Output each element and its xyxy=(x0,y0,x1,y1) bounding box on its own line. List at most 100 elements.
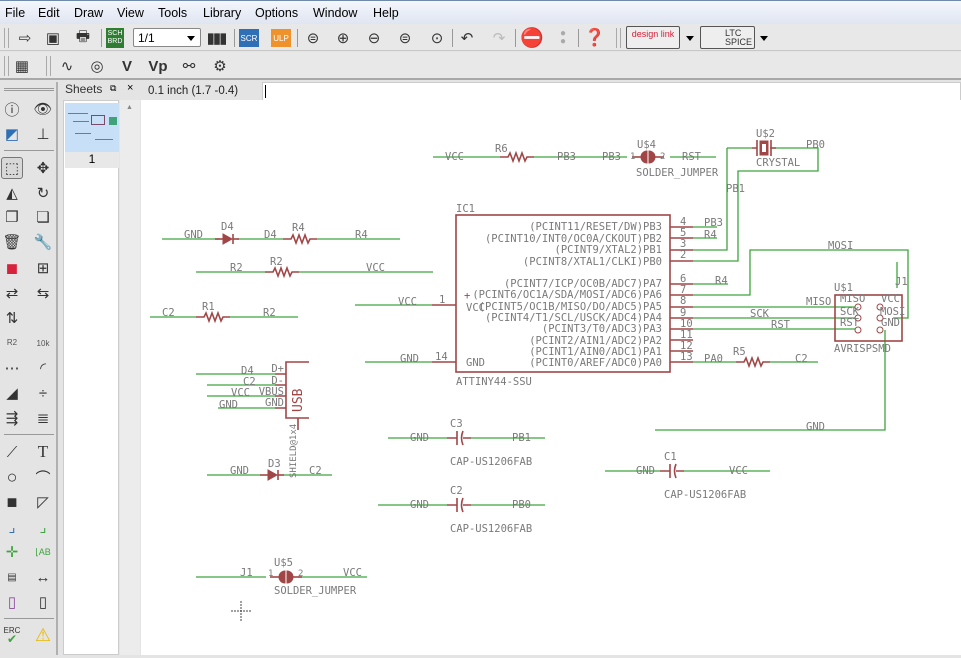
sheet-select[interactable]: 1/1 xyxy=(133,28,201,47)
sheets-scrollbar[interactable]: ▲ xyxy=(120,100,140,655)
resistor-r1[interactable]: R1 xyxy=(195,301,231,322)
ltspice-button[interactable]: LTC SPICE xyxy=(700,26,755,49)
net-tool-icon[interactable]: ⌟ xyxy=(32,516,54,538)
sheet-number[interactable]: 1 xyxy=(65,152,119,168)
text-icon[interactable]: T xyxy=(32,441,54,463)
module-icon[interactable]: ▯ xyxy=(32,591,54,613)
mirror-icon[interactable]: ◭ xyxy=(1,182,23,204)
paste-icon[interactable]: ❏ xyxy=(32,206,54,228)
ltspice-dropdown[interactable] xyxy=(760,36,768,45)
eye-icon[interactable]: 👁 xyxy=(32,98,54,120)
script-icon[interactable]: SCR xyxy=(239,29,259,47)
move-icon[interactable]: ✥ xyxy=(32,157,54,179)
value-tool-icon[interactable]: 10k xyxy=(32,332,54,354)
replace-icon[interactable]: ⇄ xyxy=(1,282,23,304)
invoke-icon[interactable]: ⇅ xyxy=(1,307,23,329)
help-icon[interactable]: ❓ xyxy=(584,28,606,48)
open-icon[interactable]: ⇨ xyxy=(14,28,36,48)
rotate-icon[interactable]: ↻ xyxy=(32,182,54,204)
smash-icon[interactable]: ⋯ xyxy=(1,357,23,379)
resistor-r5[interactable]: R5 xyxy=(733,346,771,367)
ulp-icon[interactable]: ULP xyxy=(271,29,291,47)
designlink-button[interactable]: design link xyxy=(626,26,680,49)
menu-draw[interactable]: Draw xyxy=(74,6,103,20)
junction-icon[interactable]: ✛ xyxy=(1,541,23,563)
usb-connector[interactable]: USB D+ D- VBUS GND SHIELD@1x4 xyxy=(259,361,309,478)
zoom-fit-icon[interactable]: ⊜ xyxy=(302,28,324,48)
float-icon[interactable]: ⧉ xyxy=(110,83,116,94)
resistor-r2[interactable]: R2 xyxy=(264,256,300,277)
show-icon[interactable]: ◎ xyxy=(86,56,108,76)
zoom-select-icon[interactable]: ⊜ xyxy=(394,28,416,48)
toolbar-grip[interactable] xyxy=(4,56,9,76)
menu-file[interactable]: File xyxy=(5,6,25,20)
print-icon[interactable]: 🖶 xyxy=(72,28,94,48)
add-part-icon[interactable]: ◼ xyxy=(1,257,23,279)
optimize-icon[interactable]: ÷ xyxy=(32,382,54,404)
arc-icon[interactable]: ⌒ xyxy=(32,466,54,488)
settings-icon[interactable]: ⚙ xyxy=(209,56,231,76)
layer-color-icon[interactable]: ◩ xyxy=(1,123,23,145)
menu-help[interactable]: Help xyxy=(373,6,399,20)
diode-d4[interactable]: D4 xyxy=(214,221,240,245)
net-icon[interactable]: ∿ xyxy=(56,56,78,76)
gate-swap-icon[interactable]: ⇆ xyxy=(32,282,54,304)
route-icon[interactable]: ≣ xyxy=(32,407,54,429)
zoom-last-icon[interactable]: ⊙ xyxy=(426,28,448,48)
toolbar-grip[interactable] xyxy=(616,28,621,48)
dimension-icon[interactable]: ↔ xyxy=(32,566,54,588)
copy-icon[interactable]: ❐ xyxy=(1,206,23,228)
menu-options[interactable]: Options xyxy=(255,6,298,20)
polygon-icon[interactable]: ◸ xyxy=(32,491,54,513)
designlink-dropdown[interactable] xyxy=(686,36,694,45)
erc-icon[interactable]: ERC ✔ xyxy=(1,624,23,646)
go-icon[interactable]: ● ● xyxy=(552,28,574,48)
attribute-tool-icon[interactable]: ▤ xyxy=(1,566,23,588)
solder-jumper-us4[interactable]: U$4 SOLDER_JUMPER 1 2 xyxy=(630,139,719,179)
warning-icon[interactable]: ⚠ xyxy=(32,624,54,646)
zoom-out-icon[interactable]: ⊖ xyxy=(363,28,385,48)
resistor-r6[interactable]: R6 xyxy=(495,143,535,162)
split-icon[interactable]: ◢ xyxy=(1,382,23,404)
circle-icon[interactable]: ○ xyxy=(1,466,23,488)
scroll-up-icon[interactable]: ▲ xyxy=(126,104,133,111)
value-p-icon[interactable]: Vp xyxy=(147,56,169,76)
delete-icon[interactable]: 🗑 xyxy=(1,231,23,253)
group-select-icon[interactable]: ⬚ xyxy=(1,157,23,179)
grid-icon[interactable]: ▦ xyxy=(11,56,33,76)
schematic-canvas[interactable]: IC1 ATTINY44-SSU + VCC GND 1 14 (PCINT11… xyxy=(141,100,961,655)
info-icon[interactable]: ⓘ xyxy=(1,98,23,120)
palette-grip[interactable] xyxy=(4,88,54,91)
menu-tools[interactable]: Tools xyxy=(158,6,187,20)
bus-icon[interactable]: ⌟ xyxy=(1,516,23,538)
connect-icon[interactable]: ⇶ xyxy=(1,407,23,429)
resistor-r4[interactable]: R4 xyxy=(282,222,318,244)
name-icon[interactable]: R2 xyxy=(1,332,23,354)
zoom-in-icon[interactable]: ⊕ xyxy=(332,28,354,48)
attribute-icon[interactable]: ⚯ xyxy=(178,56,200,76)
sheets-icon[interactable]: ▮▮▮ xyxy=(205,28,228,48)
menu-window[interactable]: Window xyxy=(313,6,357,20)
close-icon[interactable]: × xyxy=(127,82,133,94)
frame-icon[interactable]: ▯ xyxy=(1,591,23,613)
toolbar-grip[interactable] xyxy=(46,56,51,76)
undo-icon[interactable]: ↶ xyxy=(456,28,478,48)
miter-icon[interactable]: ◜ xyxy=(32,357,54,379)
wrench-icon[interactable]: 🔧 xyxy=(32,231,54,253)
schematic-drawing[interactable]: IC1 ATTINY44-SSU + VCC GND 1 14 (PCINT11… xyxy=(141,100,961,655)
toolbar-grip[interactable] xyxy=(4,28,9,48)
sch-brd-switch-icon[interactable]: SCH BRD xyxy=(106,28,124,48)
wire-icon[interactable]: ⟋ xyxy=(1,441,23,463)
menu-edit[interactable]: Edit xyxy=(38,6,60,20)
menu-view[interactable]: View xyxy=(117,6,144,20)
value-icon[interactable]: V xyxy=(116,56,138,76)
command-line-input[interactable] xyxy=(262,82,961,101)
rectangle-icon[interactable]: ■ xyxy=(1,491,23,513)
pinswap-icon[interactable]: ⊞ xyxy=(32,257,54,279)
ic1-attiny44[interactable]: IC1 ATTINY44-SSU + VCC GND 1 14 (PCINT11… xyxy=(432,203,693,388)
mark-icon[interactable]: ⊥ xyxy=(32,123,54,145)
save-icon[interactable]: ▣ xyxy=(42,28,64,48)
avrisp-header-us1[interactable]: MISO SCK RST VCC MOSI GND U$1 AVRISPSMD xyxy=(834,282,905,355)
diode-d3[interactable]: D3 xyxy=(259,458,285,481)
sheet-thumbnail[interactable] xyxy=(65,103,119,152)
